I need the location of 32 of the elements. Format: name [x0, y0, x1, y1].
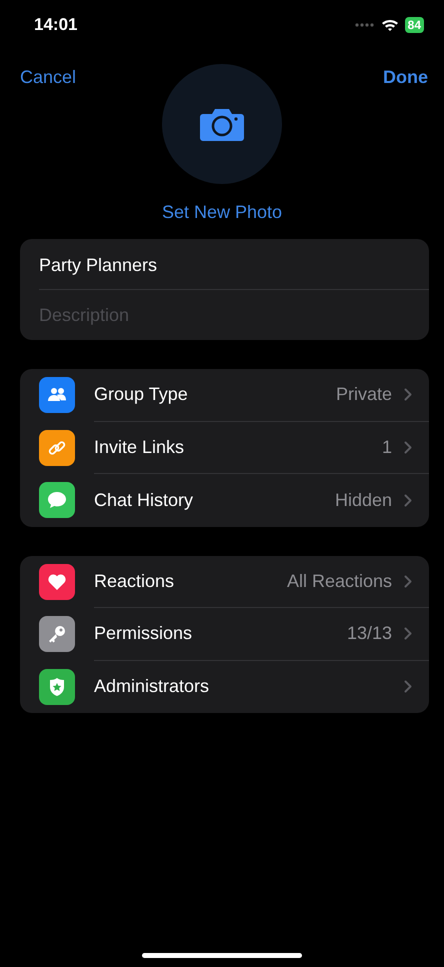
status-time: 14:01: [34, 15, 78, 35]
group-name-field[interactable]: Party Planners: [20, 239, 429, 289]
row-value: Hidden: [334, 490, 392, 511]
settings-row[interactable]: Invite Links 1: [20, 422, 429, 474]
camera-icon: [199, 107, 245, 141]
chevron-icon: [404, 388, 412, 402]
chevron-icon: [404, 627, 412, 640]
settings-row[interactable]: Reactions All Reactions: [20, 556, 429, 608]
row-label: Reactions: [94, 570, 176, 592]
row-value: Private: [336, 384, 392, 406]
chevron-icon: [404, 440, 412, 454]
done-button[interactable]: Done: [383, 64, 428, 90]
row-label: Administrators: [94, 676, 210, 698]
row-label: Permissions: [94, 623, 194, 644]
row-label: Group Type: [94, 384, 189, 406]
row-label: Chat History: [94, 490, 194, 511]
settings-row[interactable]: Group Type Private: [20, 369, 429, 422]
row-value: All Reactions: [286, 570, 392, 592]
battery-level: 84: [404, 17, 424, 33]
set-photo-link[interactable]: Set New Photo: [162, 202, 282, 223]
signal-icon: [354, 23, 375, 27]
chevron-icon: [404, 574, 412, 588]
row-value: 1: [382, 436, 392, 458]
chevron-icon: [404, 680, 412, 694]
settings-row[interactable]: Administrators: [20, 660, 429, 713]
settings-row[interactable]: Chat History Hidden: [20, 474, 429, 526]
wifi-icon: [380, 18, 399, 32]
chevron-icon: [404, 494, 412, 507]
row-label: Invite Links: [94, 436, 186, 458]
cancel-button[interactable]: Cancel: [20, 64, 76, 90]
settings-row[interactable]: Permissions 13/13: [20, 608, 429, 660]
row-value: 13/13: [346, 623, 392, 644]
